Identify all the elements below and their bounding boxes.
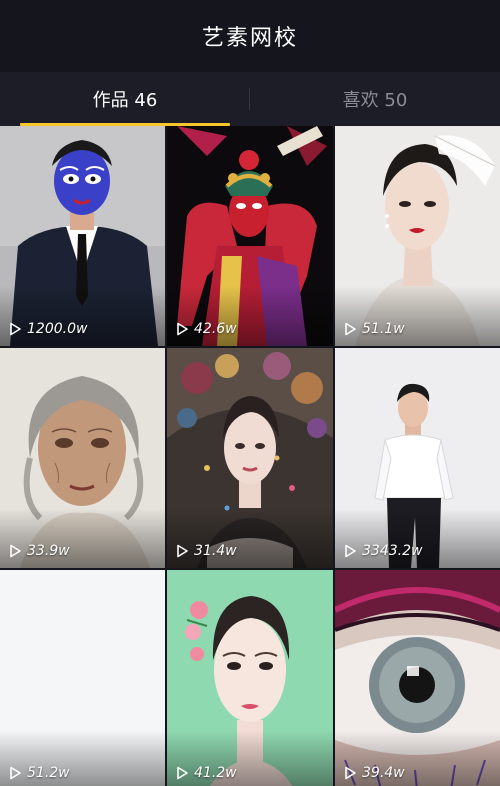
view-count-text: 3343.2w xyxy=(362,543,423,559)
play-icon xyxy=(10,766,21,780)
video-thumbnail[interactable]: 39.4w xyxy=(335,570,500,786)
profile-videos-screen: 艺素网校 作品 46 喜欢 50 1200.0w 42.6w 51.1w 33.… xyxy=(0,0,500,786)
video-thumbnail[interactable]: 3343.2w xyxy=(335,348,500,568)
view-count-text: 31.4w xyxy=(194,543,237,559)
play-icon xyxy=(177,322,188,336)
tab-likes-label: 喜欢 50 xyxy=(342,90,408,111)
view-count-text: 51.1w xyxy=(362,321,405,337)
view-count-text: 41.2w xyxy=(194,765,237,781)
play-icon xyxy=(345,544,356,558)
play-icon xyxy=(10,322,21,336)
page-title: 艺素网校 xyxy=(201,26,298,51)
view-count: 33.9w xyxy=(8,543,70,559)
video-thumbnail[interactable]: 41.2w xyxy=(167,570,333,786)
play-icon xyxy=(10,544,21,558)
view-count: 31.4w xyxy=(175,543,237,559)
tab-works-label: 作品 46 xyxy=(92,90,158,111)
view-count-text: 39.4w xyxy=(362,765,405,781)
play-icon xyxy=(345,766,356,780)
view-count: 39.4w xyxy=(343,765,405,781)
video-thumbnail[interactable]: 1200.0w xyxy=(0,126,165,346)
view-count-text: 1200.0w xyxy=(27,321,88,337)
view-count-text: 33.9w xyxy=(27,543,70,559)
view-count-text: 42.6w xyxy=(194,321,237,337)
play-icon xyxy=(345,322,356,336)
video-thumbnail[interactable]: 33.9w xyxy=(0,348,165,568)
tab-divider xyxy=(249,88,250,110)
view-count-text: 51.2w xyxy=(27,765,70,781)
video-thumbnail[interactable]: 51.1w xyxy=(335,126,500,346)
video-grid: 1200.0w 42.6w 51.1w 33.9w 31.4w 3343.2w … xyxy=(0,126,500,786)
video-thumbnail[interactable]: 51.2w xyxy=(0,570,165,786)
view-count: 41.2w xyxy=(175,765,237,781)
tab-likes[interactable]: 喜欢 50 xyxy=(250,72,500,126)
header: 艺素网校 xyxy=(0,0,500,72)
video-thumbnail[interactable]: 31.4w xyxy=(167,348,333,568)
play-icon xyxy=(177,766,188,780)
play-icon xyxy=(177,544,188,558)
view-count: 51.1w xyxy=(343,321,405,337)
view-count: 1200.0w xyxy=(8,321,87,337)
tab-works[interactable]: 作品 46 xyxy=(0,72,250,126)
view-count: 51.2w xyxy=(8,765,70,781)
video-thumbnail[interactable]: 42.6w xyxy=(167,126,333,346)
tab-bar: 作品 46 喜欢 50 xyxy=(0,72,500,126)
view-count: 42.6w xyxy=(175,321,237,337)
view-count: 3343.2w xyxy=(343,543,422,559)
